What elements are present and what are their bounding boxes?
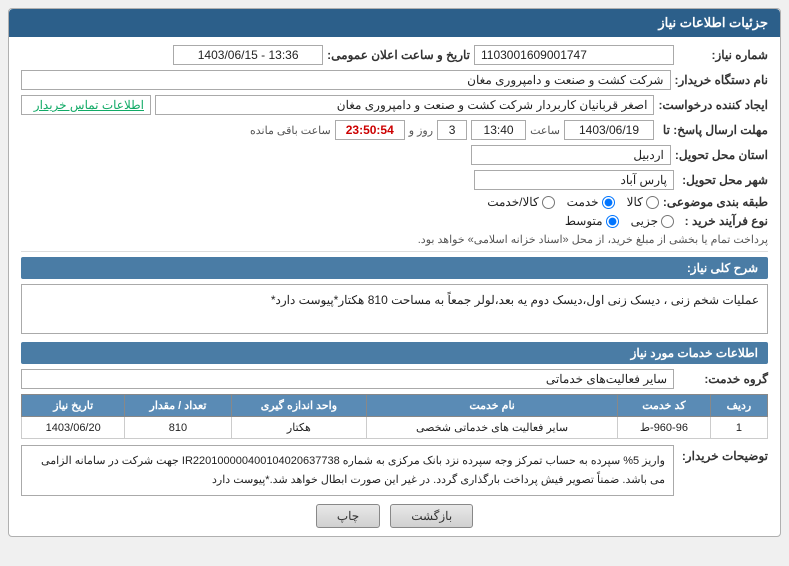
radio-mottaset: متوسط — [565, 214, 619, 228]
th-unit: واحد اندازه گیری — [231, 395, 367, 417]
radio-kala-khadamat-input[interactable] — [542, 196, 555, 209]
radio-jadze-input[interactable] — [661, 215, 674, 228]
radio-khadamat: خدمت — [567, 195, 615, 209]
label-saat: ساعت — [530, 124, 560, 137]
value-shomareNiaz: 1103001609001747 — [474, 45, 674, 65]
th-qty: تعداد / مقدار — [125, 395, 231, 417]
label-grooh: گروه خدمت: — [678, 372, 768, 386]
payment-note: پرداخت تمام یا بخشی از مبلغ خرید، از محل… — [21, 233, 768, 246]
td-radif: 1 — [710, 417, 767, 439]
label-noeFarayand: نوع فرآیند خرید : — [678, 214, 768, 228]
value-ijadKonande: اصغر قربانیان کاربردار شرکت کشت و صنعت و… — [155, 95, 654, 115]
main-card: جزئیات اطلاعات نیاز شماره نیاز: 11030016… — [8, 8, 781, 537]
radio-mottaset-input[interactable] — [606, 215, 619, 228]
card-body: شماره نیاز: 1103001609001747 تاریخ و ساع… — [9, 37, 780, 536]
print-button[interactable]: چاپ — [316, 504, 380, 528]
label-namDastgah: نام دستگاه خریدار: — [675, 73, 769, 87]
row-ostan: استان محل تحویل: اردبیل — [21, 145, 768, 165]
th-name: نام خدمت — [367, 395, 618, 417]
page-title: جزئیات اطلاعات نیاز — [658, 15, 768, 30]
label-shomareNiaz: شماره نیاز: — [678, 48, 768, 62]
value-mohlatDate: 1403/06/19 — [564, 120, 654, 140]
value-mohlatSaat: 23:50:54 — [335, 120, 405, 140]
row-grooh: گروه خدمت: سایر فعالیت‌های خدماتی — [21, 369, 768, 389]
row-namDastgah: نام دستگاه خریدار: شرکت کشت و صنعت و دام… — [21, 70, 768, 90]
row-shahr: شهر محل تحویل: پارس آباد — [21, 170, 768, 190]
radio-kala-khadamat-label: کالا/خدمت — [487, 195, 538, 209]
row-shomareNiaz: شماره نیاز: 1103001609001747 تاریخ و ساع… — [21, 45, 768, 65]
radio-farayand: جزیی متوسط — [565, 214, 674, 228]
value-mohlatRooz: 3 — [437, 120, 467, 140]
row-tozih: توضیحات خریدار: واریز 5% سپرده به حساب ت… — [21, 445, 768, 496]
td-kod: 960-96-ط — [618, 417, 711, 439]
td-qty: 810 — [125, 417, 231, 439]
td-date: 1403/06/20 — [22, 417, 125, 439]
label-tarikh: تاریخ و ساعت اعلان عمومی: — [327, 48, 470, 62]
label-tozih: توضیحات خریدار: — [678, 445, 768, 463]
td-name: سایر فعالیت های خدماتی شخصی — [367, 417, 618, 439]
radio-jadze: جزیی — [631, 214, 674, 228]
table-header-row: ردیف کد خدمت نام خدمت واحد اندازه گیری ت… — [22, 395, 768, 417]
label-mohlatErsal: مهلت ارسال پاسخ: تا — [658, 123, 768, 137]
label-ostan: استان محل تحویل: — [675, 148, 768, 162]
service-table: ردیف کد خدمت نام خدمت واحد اندازه گیری ت… — [21, 394, 768, 439]
section-etelaat: اطلاعات خدمات مورد نیاز — [21, 342, 768, 364]
radio-khadamat-label: خدمت — [567, 195, 599, 209]
th-radif: ردیف — [710, 395, 767, 417]
link-ijadKonande[interactable]: اطلاعات تماس خریدار — [21, 95, 151, 115]
value-shahr: پارس آباد — [474, 170, 674, 190]
value-sharh: عملیات شخم زنی ، دیسک زنی اول،دیسک دوم ی… — [21, 284, 768, 334]
label-tabaqe: طبقه بندی موضوعی: — [663, 195, 768, 209]
card-header: جزئیات اطلاعات نیاز — [9, 9, 780, 37]
row-mohlatErsal: مهلت ارسال پاسخ: تا 1403/06/19 ساعت 13:4… — [21, 120, 768, 140]
radio-kala-label: کالا — [627, 195, 643, 209]
label-saatBaqi: ساعت باقی مانده — [250, 124, 331, 137]
value-grooh: سایر فعالیت‌های خدماتی — [21, 369, 674, 389]
radio-kala-khadamat: کالا/خدمت — [487, 195, 554, 209]
row-noeFarayand: نوع فرآیند خرید : جزیی متوسط — [21, 214, 768, 228]
radio-kala: کالا — [627, 195, 659, 209]
label-shahr: شهر محل تحویل: — [678, 173, 768, 187]
radio-khadamat-input[interactable] — [602, 196, 615, 209]
table-row: 1 960-96-ط سایر فعالیت های خدماتی شخصی ه… — [22, 417, 768, 439]
value-tozih: واریز 5% سپرده به حساب تمرکز وجه سپرده ن… — [21, 445, 674, 496]
row-ijadKonande: ایجاد کننده درخواست: اصغر قربانیان کاربر… — [21, 95, 768, 115]
value-mohlatTime: 13:40 — [471, 120, 526, 140]
radio-jadze-label: جزیی — [631, 214, 658, 228]
label-rooz: روز و — [409, 124, 433, 137]
section-sharh: شرح کلی نیاز: — [21, 257, 768, 279]
main-container: جزئیات اطلاعات نیاز شماره نیاز: 11030016… — [0, 0, 789, 566]
td-unit: هکتار — [231, 417, 367, 439]
radio-mottaset-label: متوسط — [565, 214, 603, 228]
th-date: تاریخ نیاز — [22, 395, 125, 417]
label-ijadKonande: ایجاد کننده درخواست: — [658, 98, 768, 112]
value-tarikh: 1403/06/15 - 13:36 — [173, 45, 323, 65]
button-row: بازگشت چاپ — [21, 504, 768, 528]
radio-tabaqe: کالا خدمت کالا/خدمت — [487, 195, 659, 209]
value-ostan: اردبیل — [471, 145, 671, 165]
th-kod: کد خدمت — [618, 395, 711, 417]
row-tabaqe: طبقه بندی موضوعی: کالا خدمت کالا/خدمت — [21, 195, 768, 209]
value-namDastgah: شرکت کشت و صنعت و دامپروری مغان — [21, 70, 671, 90]
radio-kala-input[interactable] — [646, 196, 659, 209]
back-button[interactable]: بازگشت — [390, 504, 473, 528]
